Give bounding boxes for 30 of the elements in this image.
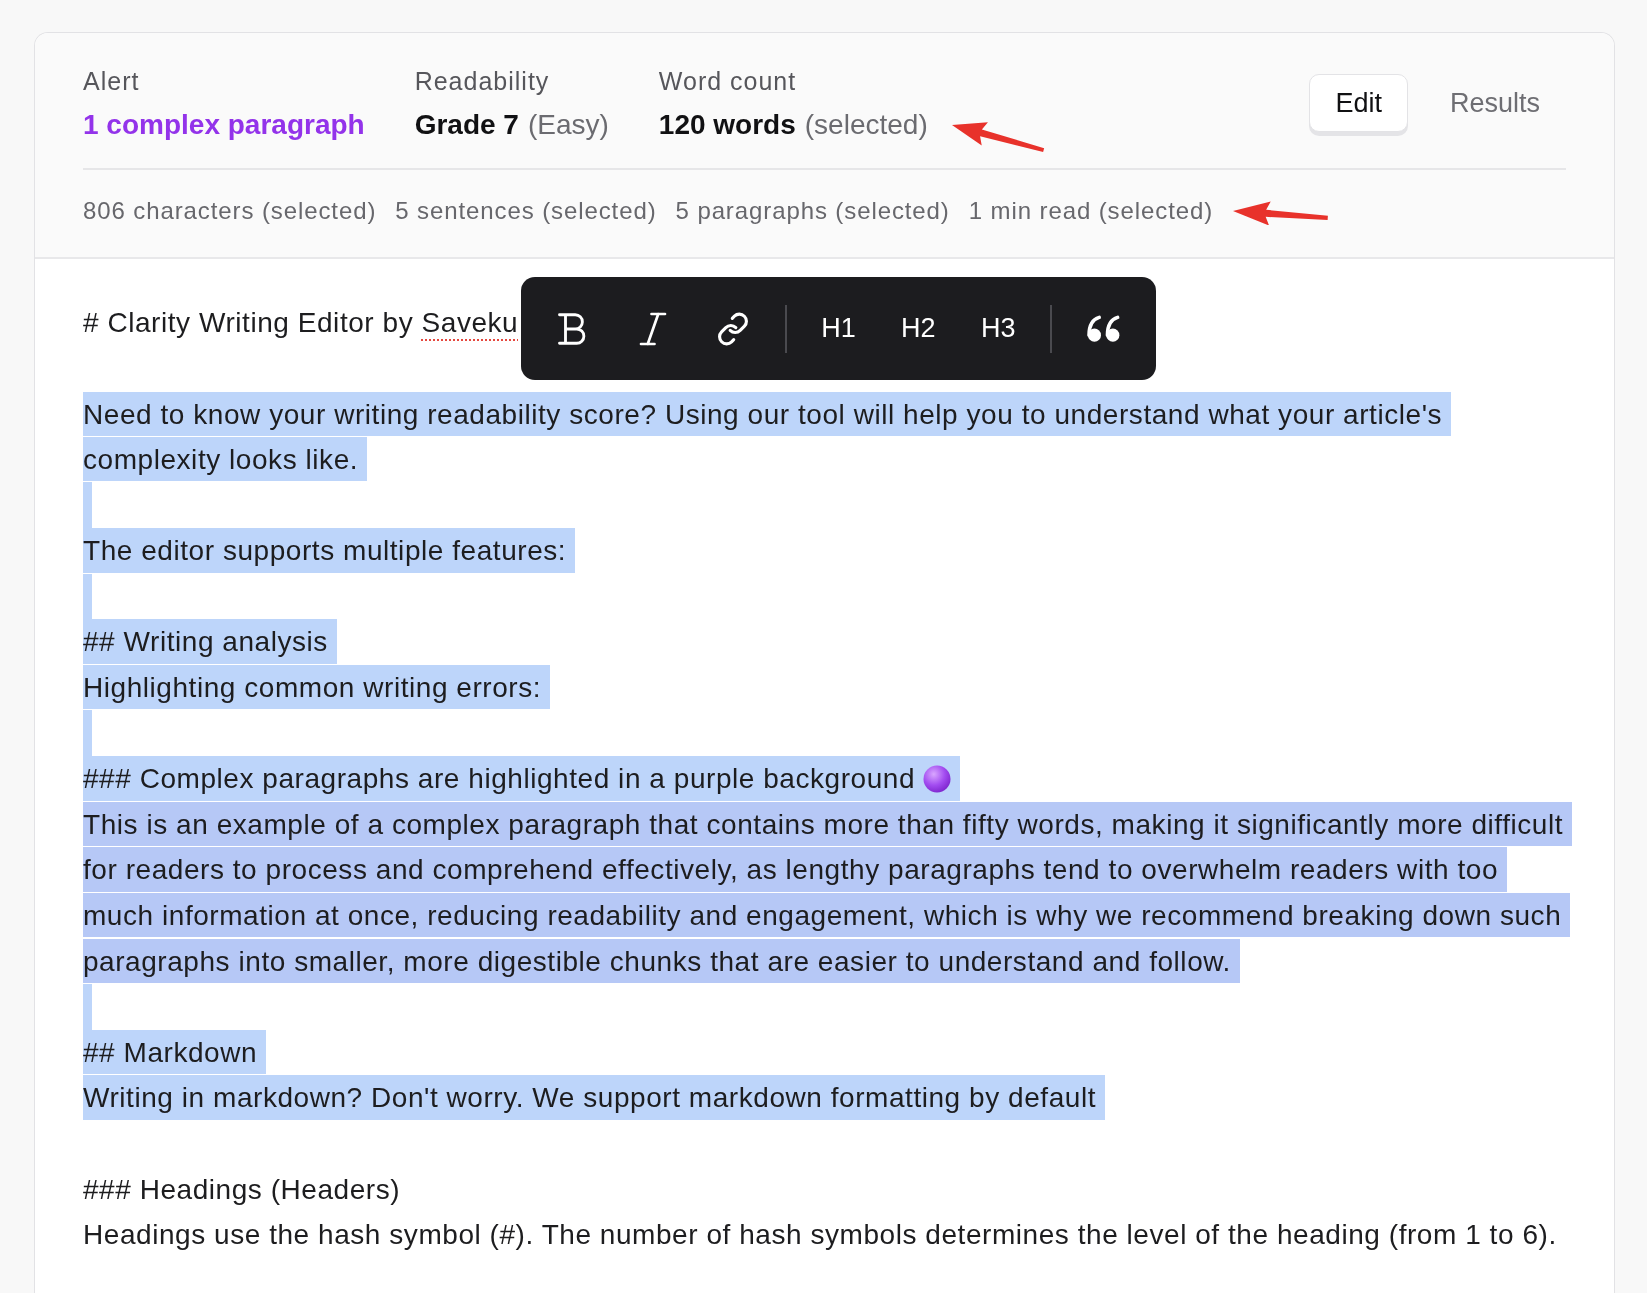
stat-text: 806 characters (selected) (83, 196, 377, 226)
heading-button[interactable]: H1 (808, 298, 869, 359)
tab[interactable]: Results (1423, 74, 1566, 132)
circle-emoji-icon (923, 764, 952, 793)
editor-text: ### Complex paragraphs are highlighted in a purple background (83, 762, 916, 794)
alert-value: 1 complex paragraph (83, 108, 365, 142)
editor-text: # Clarity Writing Editor by Saveku (83, 307, 519, 338)
stat-text: 5 sentences (selected) (395, 196, 657, 226)
editor-text: ## Markdown (83, 1036, 258, 1068)
stat-text: 1 min read (selected) (968, 196, 1214, 226)
metric-note: (selected) (804, 108, 928, 142)
editor-text: Highlighting common writing errors: (83, 671, 542, 703)
metric-label: Alert (83, 66, 141, 96)
editor-text: This is an example of a complex paragraph that contains more than fifty words, making it significantly more difficult for readers to process and comprehend effectively, as lengthy paragraphs tend to overwhelm readers with too much information at once, reducing readability and engagement, which is why we recommend breaking down such paragraphs into smaller, more digestible chunks that are easier to understand and follow. (83, 808, 1564, 977)
italic-icon (637, 310, 668, 347)
metric-value: 120 words (658, 108, 796, 142)
editor-text: Need to know your writing readability score? Using our tool will help you to understand what your article's complexity looks like. (83, 398, 1443, 475)
metric-value: Grade 7 (414, 108, 519, 142)
editor-text: Writing in markdown? Don't worry. We support markdown formatting by default (83, 1082, 1096, 1114)
stat-text: 5 paragraphs (selected) (675, 196, 950, 226)
editor-text: ## Writing analysis (83, 626, 328, 658)
editor-text: Headings use the hash symbol (#). The number of hash symbols determines the level of the heading (from 1 to 6). (83, 1218, 1557, 1250)
metric-note: (Easy) (527, 108, 609, 142)
metric-label: Readability (414, 66, 551, 96)
editor-text: The editor supports multiple features: (83, 534, 567, 566)
metric-label: Word count (658, 66, 798, 96)
heading-button[interactable]: H3 (968, 298, 1029, 359)
heading-button[interactable]: H2 (888, 298, 949, 359)
link-icon (715, 311, 750, 346)
editor-text: ### Headings (Headers) (83, 1173, 401, 1205)
